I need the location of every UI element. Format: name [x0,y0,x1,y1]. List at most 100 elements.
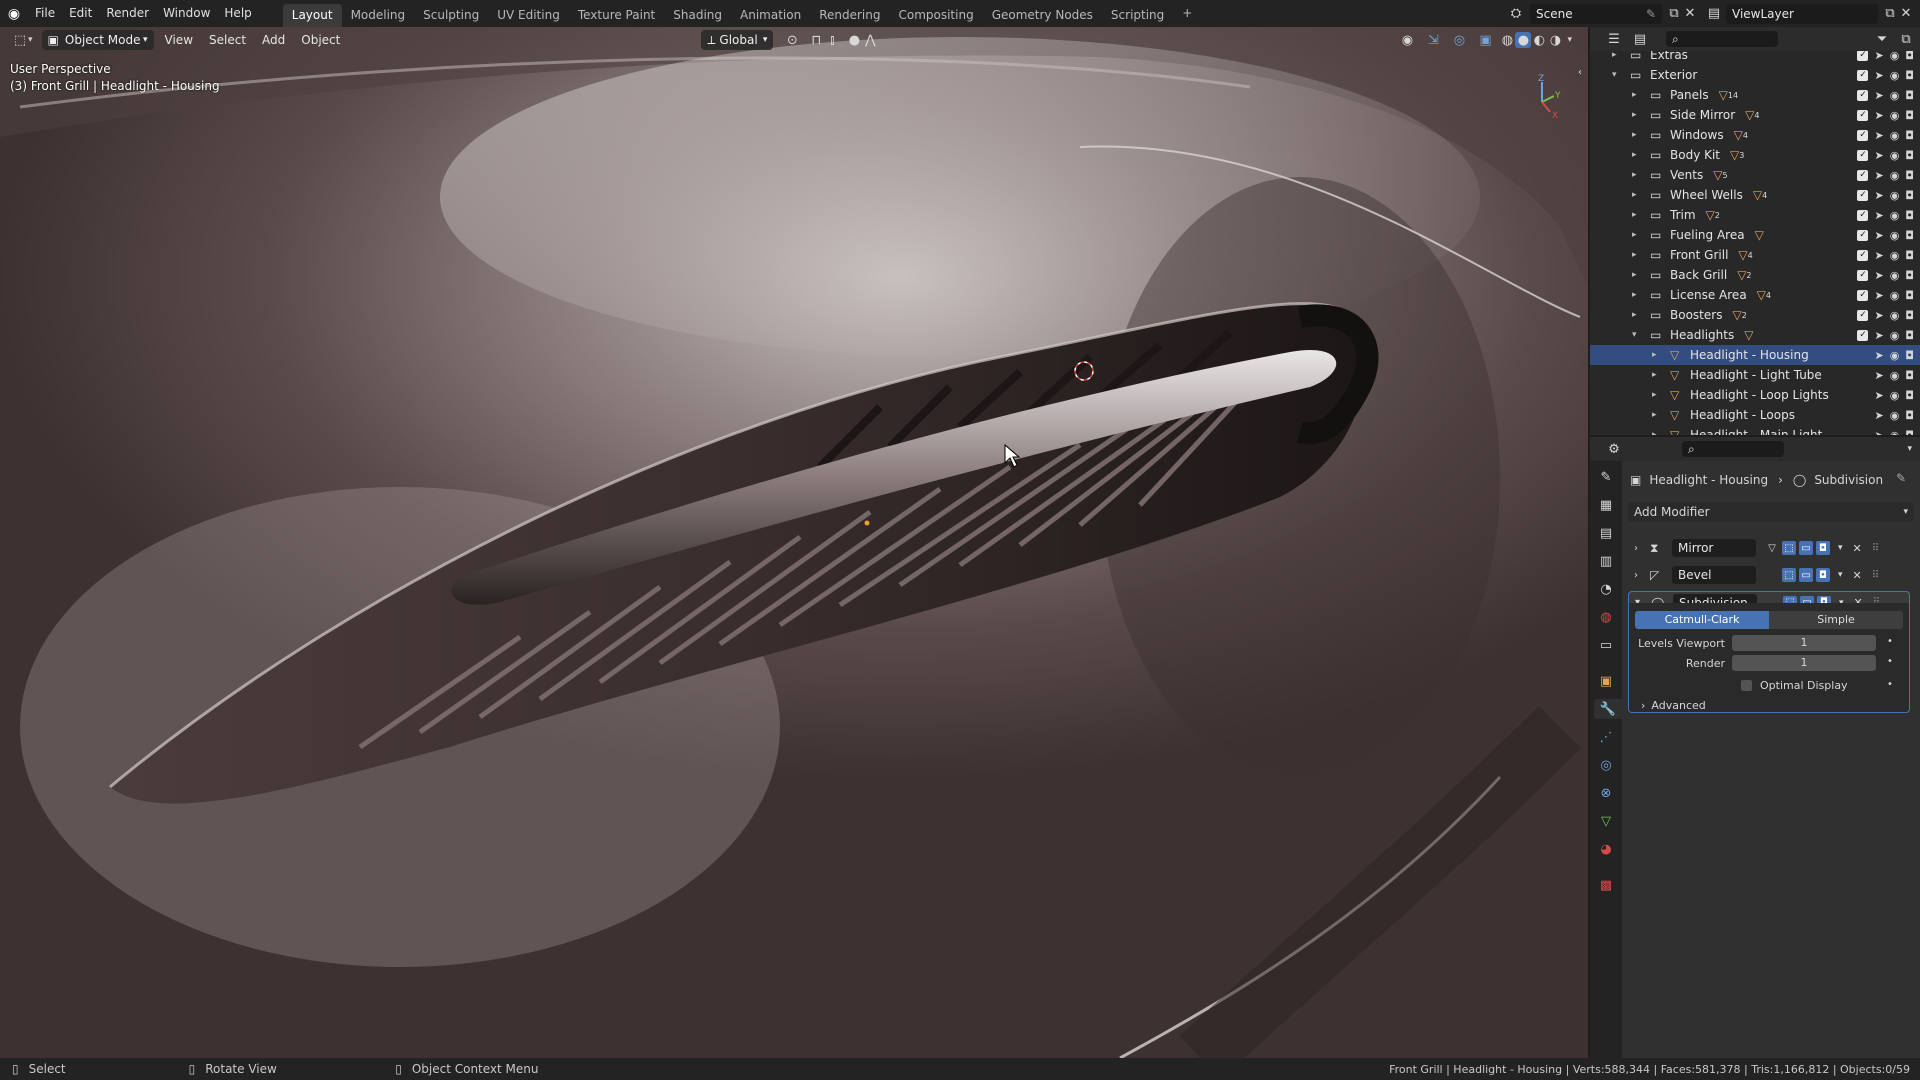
select-arrow-icon[interactable]: ➤ [1874,189,1883,202]
material-tab-icon[interactable]: ◕ [1596,839,1616,859]
chevron-right-icon[interactable]: ▸ [1632,170,1646,180]
transform-orientation-dropdown[interactable]: ⟂ Global ▾ [701,30,774,50]
checkbox-icon[interactable]: ✓ [1857,89,1869,101]
chevron-down-icon[interactable]: ▾ [1632,330,1646,340]
chevron-right-icon[interactable]: ▸ [1632,250,1646,260]
close-icon[interactable]: ✕ [1853,569,1862,582]
menu-help[interactable]: Help [217,0,258,27]
bevel-modifier-icon[interactable]: ◸ [1650,568,1666,582]
tab-uv-editing[interactable]: UV Editing [488,4,569,27]
output-tab-icon[interactable]: ▤ [1596,523,1616,543]
checkbox-icon[interactable]: ✓ [1857,269,1869,281]
overlay-icon[interactable]: ◎ [1451,32,1467,48]
eye-icon[interactable]: ◉ [1890,409,1900,422]
select-arrow-icon[interactable]: ➤ [1874,249,1883,262]
render-icon[interactable]: ◘ [1816,541,1830,555]
tool-tab-icon[interactable]: ✎ [1596,467,1616,487]
eye-icon[interactable]: ◉ [1890,429,1900,436]
properties-search-input[interactable]: ⌕ [1682,441,1784,457]
render-tab-icon[interactable]: ▦ [1596,495,1616,515]
eye-icon[interactable]: ◉ [1890,51,1900,62]
outliner-row[interactable]: ▸ ▭ Windows ▽ 4 ✓ ➤ ◉ ◘ [1590,125,1920,145]
snap-target-icon[interactable]: ⫾ [824,32,840,48]
filter-icon[interactable]: ⏷ [1874,31,1890,47]
eye-icon[interactable]: ◉ [1890,129,1900,142]
chevron-right-icon[interactable]: ▸ [1652,370,1666,380]
new-scene-icon[interactable]: ⧉ [1666,6,1682,22]
gizmo-icon[interactable]: ⇲ [1425,32,1441,48]
new-collection-icon[interactable]: ⧉ [1898,31,1914,47]
physics-tab-icon[interactable]: ◎ [1596,755,1616,775]
wireframe-shading-icon[interactable]: ◍ [1499,32,1515,48]
blender-logo-icon[interactable]: ◉ [0,6,28,22]
chevron-right-icon[interactable]: ▸ [1632,230,1646,240]
world-tab-icon[interactable]: ◍ [1596,607,1616,627]
menu-file[interactable]: File [28,0,62,27]
outliner-row[interactable]: ▾ ▭ Headlights ▽ ✓ ➤ ◉ ◘ [1590,325,1920,345]
checkbox-icon[interactable]: ✓ [1857,229,1869,241]
texture-tab-icon[interactable]: ▩ [1596,875,1616,895]
menu-add[interactable]: Add [254,33,293,47]
select-arrow-icon[interactable]: ➤ [1874,369,1883,382]
chevron-right-icon[interactable]: ▸ [1632,110,1646,120]
add-workspace-button[interactable]: + [1173,2,1201,25]
outliner-row[interactable]: ▸ ▭ Fueling Area ▽ ✓ ➤ ◉ ◘ [1590,225,1920,245]
select-arrow-icon[interactable]: ➤ [1874,409,1883,422]
object-mode-dropdown[interactable]: ▣ Object Mode ▾ [41,30,154,50]
keyframe-dot-icon[interactable]: • [1887,636,1893,647]
chevron-right-icon[interactable]: › [1634,543,1646,554]
object-tab-icon[interactable]: ▣ [1596,671,1616,691]
chevron-right-icon[interactable]: ▸ [1652,350,1666,360]
falloff-icon[interactable]: ⋀ [862,32,878,48]
checkbox-icon[interactable]: ✓ [1857,209,1869,221]
checkbox-icon[interactable]: ✓ [1857,51,1869,61]
select-arrow-icon[interactable]: ➤ [1874,169,1883,182]
modifier-header-bevel[interactable]: › ◸ Bevel ⬚ ▭ ◘ ▾ ✕ ⠿ [1628,564,1903,586]
eye-icon[interactable]: ◉ [1890,149,1900,162]
camera-icon[interactable]: ◘ [1905,389,1914,402]
add-modifier-dropdown[interactable]: Add Modifier ▾ [1628,502,1914,522]
view-layer-tab-icon[interactable]: ▥ [1596,551,1616,571]
outliner-row[interactable]: ▸ ▭ Wheel Wells ▽ 4 ✓ ➤ ◉ ◘ [1590,185,1920,205]
render-levels-field[interactable]: 1 [1732,655,1876,671]
chevron-down-icon[interactable]: ▾ [28,35,33,45]
chevron-right-icon[interactable]: ▸ [1652,390,1666,400]
chevron-down-icon[interactable]: ▾ [1907,444,1912,454]
view-layer-icon[interactable]: ▤ [1706,6,1722,22]
visibility-icon[interactable]: ◉ [1399,32,1415,48]
tab-geometry-nodes[interactable]: Geometry Nodes [983,4,1102,27]
tab-texture-paint[interactable]: Texture Paint [569,4,664,27]
chevron-right-icon[interactable]: › [1634,570,1646,581]
camera-icon[interactable]: ◘ [1905,329,1914,342]
chevron-right-icon[interactable]: ▸ [1632,90,1646,100]
select-arrow-icon[interactable]: ➤ [1874,209,1883,222]
modifier-name-field[interactable]: Mirror [1672,539,1756,557]
tab-scripting[interactable]: Scripting [1102,4,1173,27]
tab-shading[interactable]: Shading [664,4,731,27]
select-arrow-icon[interactable]: ➤ [1874,129,1883,142]
scene-tab-icon[interactable]: ◔ [1596,579,1616,599]
data-tab-icon[interactable]: ▽ [1596,811,1616,831]
optimal-display-checkbox[interactable]: Optimal Display [1741,679,1848,692]
chevron-right-icon[interactable]: ▸ [1632,270,1646,280]
eye-icon[interactable]: ◉ [1890,369,1900,382]
checkbox-icon[interactable]: ✓ [1857,309,1869,321]
outliner-row[interactable]: ▸ ▭ Vents ▽ 5 ✓ ➤ ◉ ◘ [1590,165,1920,185]
rendered-shading-icon[interactable]: ◑ [1547,32,1563,48]
chevron-right-icon[interactable]: ▸ [1632,310,1646,320]
chevron-right-icon[interactable]: ▸ [1652,430,1666,435]
camera-icon[interactable]: ◘ [1905,209,1914,222]
chevron-right-icon[interactable]: ▸ [1632,290,1646,300]
camera-icon[interactable]: ◘ [1905,51,1914,62]
chevron-down-icon[interactable]: ▾ [1567,35,1572,45]
camera-icon[interactable]: ◘ [1905,309,1914,322]
chevron-right-icon[interactable]: ▸ [1632,190,1646,200]
constraints-tab-icon[interactable]: ⊗ [1596,783,1616,803]
collection-tab-icon[interactable]: ▭ [1596,635,1616,655]
checkbox-icon[interactable]: ✓ [1857,69,1869,81]
outliner-row[interactable]: ▸ ▽ Headlight - Loop Lights ➤ ◉ ◘ [1590,385,1920,405]
chevron-down-icon[interactable]: ▾ [1612,70,1626,80]
camera-icon[interactable]: ◘ [1905,69,1914,82]
chevron-down-icon[interactable]: ▾ [1838,543,1843,553]
camera-icon[interactable]: ◘ [1905,169,1914,182]
